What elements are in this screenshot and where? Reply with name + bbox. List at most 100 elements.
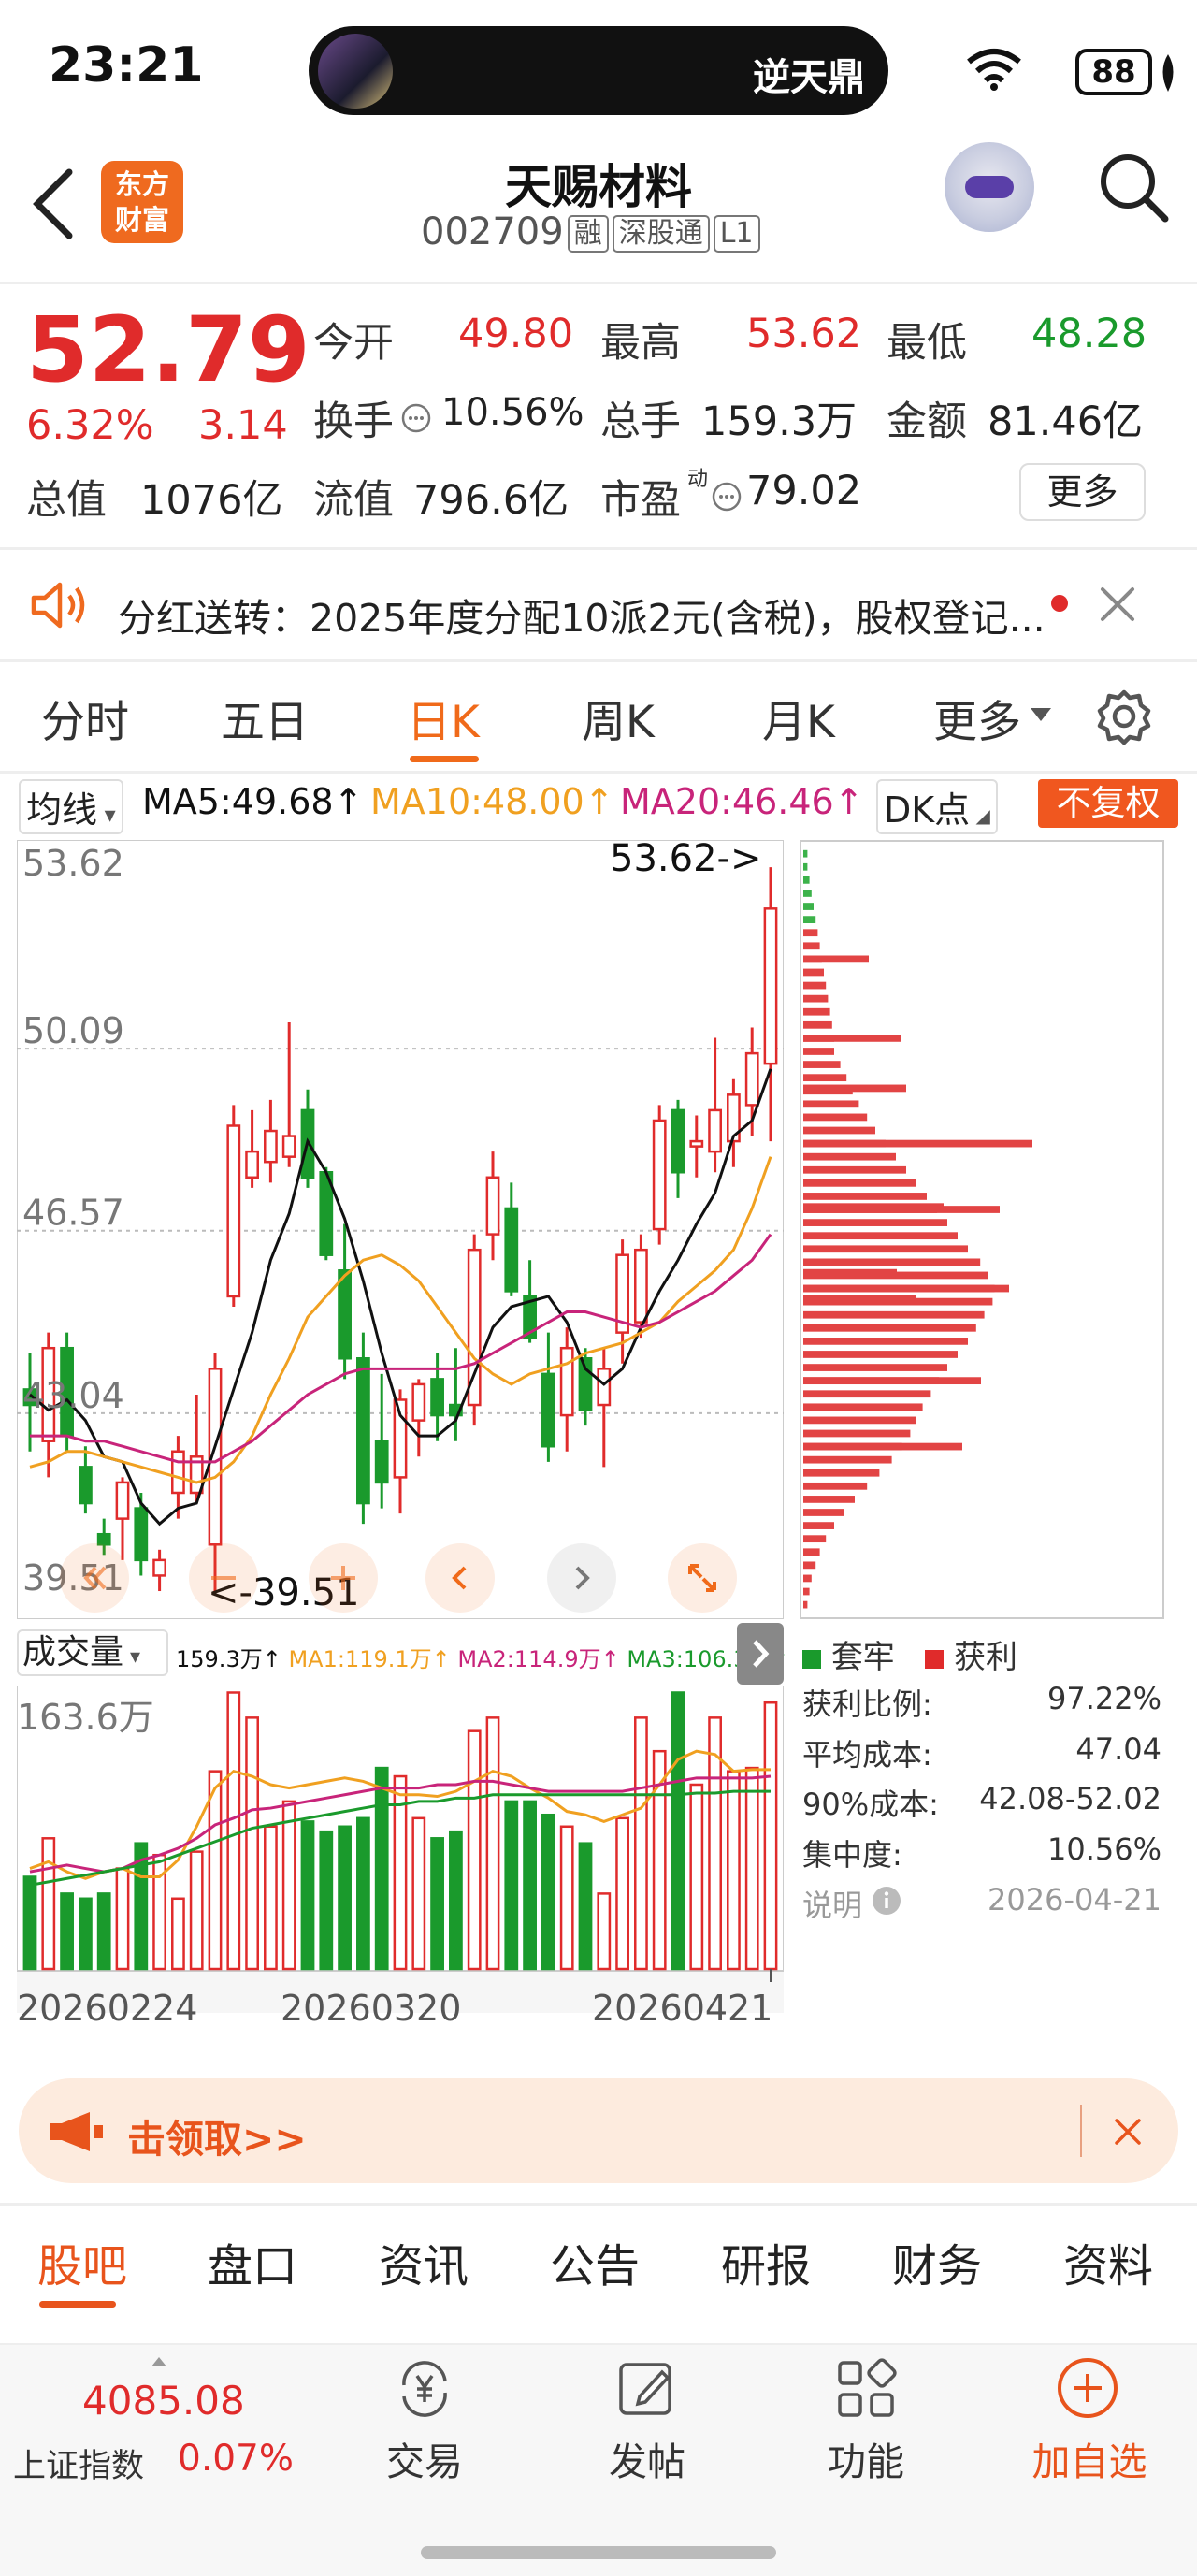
chevron-down-icon <box>1031 708 1051 721</box>
chip-bar-profit <box>803 1100 859 1108</box>
kline-chart[interactable]: 53.6250.0946.5743.0439.51 <box>17 840 784 1619</box>
chip-bar-trapped <box>803 916 816 923</box>
tab-research[interactable]: 研报 <box>721 2229 811 2294</box>
volume-bar <box>189 1850 204 1971</box>
mcap-label: 总值 <box>26 477 107 524</box>
volume-label: 总手 <box>600 398 681 445</box>
chip-bar-profit <box>803 1113 868 1122</box>
gear-icon[interactable] <box>1096 688 1152 745</box>
activity-text: 逆天鼎 <box>753 56 865 99</box>
vol-current: 159.3万 <box>176 1646 263 1672</box>
close-icon[interactable] <box>1113 2117 1143 2147</box>
banner-divider <box>1080 2105 1082 2157</box>
search-icon[interactable] <box>1096 150 1171 224</box>
volume-bar <box>338 1825 352 1971</box>
info-icon[interactable] <box>872 1886 901 1916</box>
info-dots-icon[interactable] <box>711 481 743 513</box>
tab-profile[interactable]: 资料 <box>1063 2229 1153 2294</box>
nav-trade-label[interactable]: 交易 <box>369 2430 480 2486</box>
chip-bar-profit <box>803 968 824 977</box>
add-watchlist-button[interactable] <box>1055 2355 1120 2421</box>
volume-legend: 159.3万↑ MA1:119.1万↑ MA2:114.9万↑ MA3:106.… <box>176 1646 789 1672</box>
zoom-in-button[interactable] <box>309 1543 378 1613</box>
explain-label[interactable]: 说明 <box>802 1882 862 1925</box>
chip-bar-profit <box>803 1139 1032 1148</box>
nav-post-label[interactable]: 发帖 <box>592 2430 702 2486</box>
trade-button[interactable] <box>393 2357 456 2421</box>
pe-superscript: 动 <box>687 468 709 491</box>
mcap-value: 1076亿 <box>140 477 283 524</box>
volume-bar <box>281 1800 296 1971</box>
tag-level[interactable]: L1 <box>713 215 760 253</box>
dk-point-select[interactable]: DK点 ◢ <box>876 779 998 834</box>
volume-bar <box>96 1892 111 1971</box>
legend-red-swatch <box>925 1649 945 1669</box>
assistant-robot-icon[interactable] <box>945 142 1034 232</box>
nav-add-watch-label[interactable]: 加自选 <box>1015 2430 1164 2486</box>
nav-functions-label[interactable]: 功能 <box>811 2430 921 2486</box>
volume-bar <box>356 1816 370 1971</box>
status-time: 23:21 <box>49 37 204 94</box>
tab-five-day[interactable]: 五日 <box>221 686 309 750</box>
chip-bar-profit <box>803 1310 985 1319</box>
chip-bar-profit <box>803 1338 968 1345</box>
tab-more[interactable]: 更多 <box>933 686 1021 750</box>
tab-monthly-k[interactable]: 月K <box>762 686 835 750</box>
date-end: 20260421 <box>592 1988 773 2029</box>
concentration-value: 10.56% <box>1046 1831 1161 1867</box>
fullscreen-button[interactable] <box>668 1543 737 1613</box>
functions-button[interactable] <box>834 2357 898 2421</box>
chip-bar-profit <box>803 1193 927 1200</box>
chip-bar-profit <box>803 1587 810 1596</box>
more-quote-button[interactable]: 更多 <box>1019 463 1146 521</box>
info-dots-icon[interactable] <box>400 402 432 434</box>
chip-bar-profit <box>803 1574 812 1583</box>
chip-bar-profit <box>803 1232 958 1240</box>
double-chevron-left-icon <box>83 1566 107 1590</box>
tab-intraday[interactable]: 分时 <box>41 686 129 750</box>
tag-connect[interactable]: 深股通 <box>612 215 710 253</box>
chip-bar-profit <box>803 1377 981 1385</box>
adjust-toggle-button[interactable]: 不复权 <box>1038 779 1178 828</box>
index-value[interactable]: 4085.08 <box>82 2378 245 2424</box>
chip-legend: 套牢 获利 <box>802 1631 1017 1677</box>
volume-bar <box>226 1691 241 1971</box>
concentration-label: 集中度: <box>802 1837 902 1873</box>
tab-daily-k[interactable]: 日K <box>407 686 480 750</box>
zoom-out-button[interactable] <box>60 1543 129 1613</box>
dividend-notice[interactable]: 分红送转：2025年度分配10派2元(含税)，股权登记... <box>118 586 1046 643</box>
post-button[interactable] <box>615 2357 679 2421</box>
chip-bar-profit <box>803 1390 931 1398</box>
scroll-left-button[interactable] <box>425 1543 495 1613</box>
close-icon[interactable] <box>1099 586 1136 623</box>
home-indicator[interactable] <box>421 2546 776 2559</box>
volume-bar <box>208 1770 223 1971</box>
tab-weekly-k[interactable]: 周K <box>582 686 655 750</box>
profit-ratio-label: 获利比例: <box>802 1686 932 1722</box>
volume-bar <box>60 1892 74 1971</box>
volume-bar <box>430 1837 444 1971</box>
chip-bar-profit <box>803 1035 901 1042</box>
tab-financials[interactable]: 财务 <box>892 2229 982 2294</box>
chip-bar-profit <box>803 1351 958 1358</box>
scroll-right-button[interactable] <box>547 1543 616 1613</box>
chip-bar-profit <box>803 1482 868 1490</box>
volume-bar <box>115 1867 130 1971</box>
tab-forum[interactable]: 股吧 <box>37 2229 127 2294</box>
tab-orderbook[interactable]: 盘口 <box>208 2229 297 2294</box>
expand-indicators-button[interactable] <box>737 1623 784 1685</box>
index-name[interactable]: 上证指数 <box>13 2439 144 2487</box>
candle-body <box>689 1139 704 1148</box>
tab-news[interactable]: 资讯 <box>379 2229 469 2294</box>
promo-text[interactable]: 击领取>> <box>127 2107 307 2164</box>
chip-bar-profit <box>803 1179 916 1187</box>
low-label: 最低 <box>887 320 967 367</box>
ma10-text: MA10:48.00 <box>370 781 584 822</box>
tab-announcements[interactable]: 公告 <box>550 2229 640 2294</box>
zoom-minus-button[interactable] <box>189 1543 258 1613</box>
tag-margin[interactable]: 融 <box>567 215 609 253</box>
ma-select[interactable]: 均线 ▾ <box>19 779 123 834</box>
unread-dot <box>1051 595 1068 612</box>
volume-indicator-select[interactable]: 成交量 ▾ <box>17 1629 168 1676</box>
volume-value: 159.3万 <box>701 398 858 445</box>
